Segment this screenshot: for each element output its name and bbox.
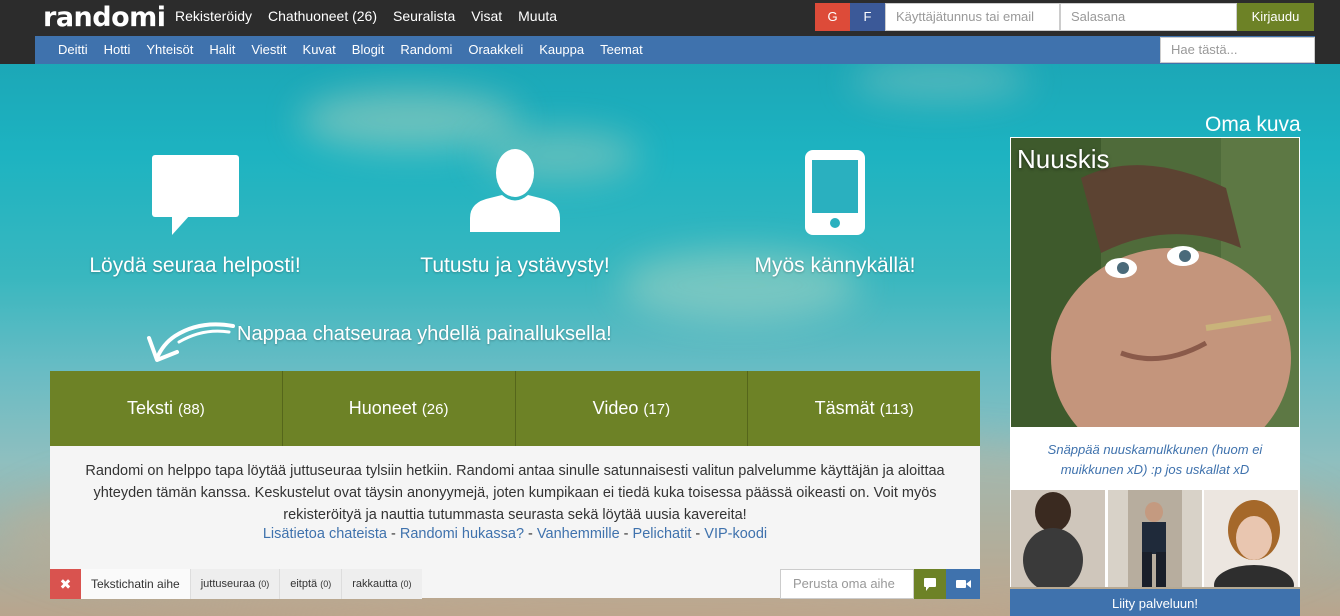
hand-drawn-arrow-icon bbox=[147, 322, 235, 362]
feature-label: Löydä seuraa helposti! bbox=[89, 254, 301, 277]
tab-video[interactable]: Video (17) bbox=[516, 371, 749, 446]
profile-caption: Snäppää nuuskamulkkunen (huom ei muikkun… bbox=[1047, 442, 1263, 477]
thumbnail-photo[interactable] bbox=[1107, 490, 1203, 587]
login-button[interactable]: Kirjaudu bbox=[1237, 3, 1314, 31]
profile-thumbnails bbox=[1010, 490, 1300, 587]
profile-photo-image bbox=[1011, 138, 1299, 427]
search-input[interactable]: Hae tästä... bbox=[1160, 37, 1315, 63]
top-nav: Rekisteröidy Chathuoneet (26) Seuralista… bbox=[175, 0, 573, 34]
chat-tabs: Teksti (88) Huoneet (26) Video (17) Täsm… bbox=[50, 371, 980, 446]
sub-nav-wrapper: Deitti Hotti Yhteisöt Halit Viestit Kuva… bbox=[0, 34, 1340, 64]
start-video-chat-button[interactable] bbox=[946, 569, 980, 599]
own-topic-input[interactable]: Perusta oma aihe bbox=[780, 569, 914, 599]
profile-name: Nuuskis bbox=[1017, 144, 1110, 174]
feature-label: Myös kännykällä! bbox=[754, 254, 916, 277]
topic-label: Tekstichatin aihe bbox=[81, 569, 190, 599]
thumbnail-photo[interactable] bbox=[1011, 490, 1106, 587]
link-randomi-lost[interactable]: Randomi hukassa? bbox=[400, 526, 524, 542]
start-text-chat-button[interactable] bbox=[914, 569, 946, 599]
clear-topic-button[interactable]: ✖ bbox=[50, 569, 81, 599]
facebook-login-button[interactable]: F bbox=[850, 3, 885, 31]
subnav-shop[interactable]: Kauppa bbox=[539, 36, 584, 64]
tagline: Nappaa chatseuraa yhdellä painalluksella… bbox=[237, 323, 612, 345]
chat-bubble-icon bbox=[152, 155, 239, 235]
nav-partner-list[interactable]: Seuralista bbox=[393, 0, 455, 34]
nav-quizzes[interactable]: Visat bbox=[471, 0, 502, 34]
join-service-button[interactable]: Liity palveluun! bbox=[1010, 589, 1300, 616]
subnav-communities[interactable]: Yhteisöt bbox=[146, 36, 193, 64]
nav-register[interactable]: Rekisteröidy bbox=[175, 0, 252, 34]
sidebar-title: Oma kuva bbox=[1205, 113, 1301, 136]
featured-profile-card[interactable]: Nuuskis Snäppää nuuskamulkkunen (huom ei… bbox=[1010, 137, 1300, 490]
subnav-dating[interactable]: Deitti bbox=[58, 36, 88, 64]
tab-matches[interactable]: Täsmät (113) bbox=[748, 371, 980, 446]
tab-text-chat[interactable]: Teksti (88) bbox=[50, 371, 283, 446]
person-icon bbox=[470, 149, 560, 232]
subnav-hotti[interactable]: Hotti bbox=[104, 36, 131, 64]
subnav-oracle[interactable]: Oraakkeli bbox=[468, 36, 523, 64]
google-login-button[interactable]: G bbox=[815, 3, 850, 31]
comment-icon bbox=[924, 578, 936, 591]
profile-photo[interactable]: Nuuskis bbox=[1011, 138, 1299, 427]
link-chat-info[interactable]: Lisätietoa chateista bbox=[263, 526, 387, 542]
feature-label: Tutustu ja ystävysty! bbox=[420, 254, 610, 277]
top-bar: randomi Rekisteröidy Chathuoneet (26) Se… bbox=[0, 0, 1340, 34]
video-camera-icon bbox=[956, 580, 971, 588]
subnav-pictures[interactable]: Kuvat bbox=[303, 36, 336, 64]
description-text: Randomi on helppo tapa löytää juttuseura… bbox=[85, 463, 945, 523]
thumbnail-photo[interactable] bbox=[1204, 490, 1299, 587]
link-game-chats[interactable]: Pelichatit bbox=[633, 526, 692, 542]
sub-nav: Deitti Hotti Yhteisöt Halit Viestit Kuva… bbox=[35, 36, 1315, 64]
topic-chip[interactable]: juttuseuraa (0) bbox=[189, 569, 280, 599]
topic-chip[interactable]: rakkautta (0) bbox=[341, 569, 422, 599]
username-input[interactable]: Käyttäjätunnus tai email bbox=[885, 3, 1060, 31]
randomi-logo[interactable]: randomi bbox=[43, 2, 166, 33]
link-parents[interactable]: Vanhemmille bbox=[537, 526, 620, 542]
nav-chat-rooms[interactable]: Chathuoneet (26) bbox=[268, 0, 377, 34]
password-input[interactable]: Salasana bbox=[1060, 3, 1237, 31]
subnav-blogs[interactable]: Blogit bbox=[352, 36, 385, 64]
nav-more[interactable]: Muuta bbox=[518, 0, 557, 34]
subnav-hugs[interactable]: Halit bbox=[209, 36, 235, 64]
subnav-randomi[interactable]: Randomi bbox=[400, 36, 452, 64]
topic-bar: ✖ Tekstichatin aihe juttuseuraa (0) eitp… bbox=[50, 569, 422, 599]
subnav-themes[interactable]: Teemat bbox=[600, 36, 643, 64]
topic-chip[interactable]: eitptä (0) bbox=[279, 569, 342, 599]
link-vip-code[interactable]: VIP-koodi bbox=[704, 526, 767, 542]
subnav-messages[interactable]: Viestit bbox=[251, 36, 286, 64]
tab-rooms[interactable]: Huoneet (26) bbox=[283, 371, 516, 446]
info-links: Lisätietoa chateista - Randomi hukassa? … bbox=[262, 526, 768, 542]
mobile-phone-icon bbox=[805, 150, 865, 235]
